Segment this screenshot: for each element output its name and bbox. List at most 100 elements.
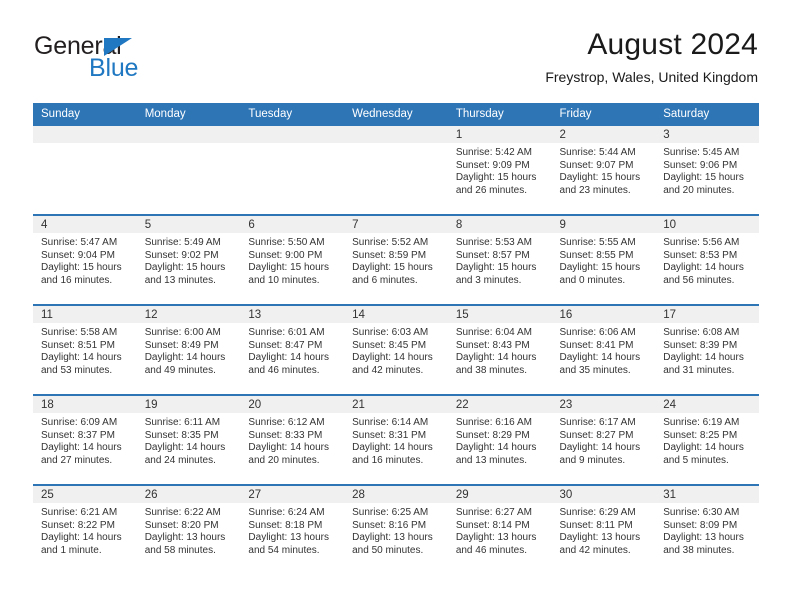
calendar-day-cell[interactable]: 10 Sunrise: 5:56 AM Sunset: 8:53 PM Dayligh… — [655, 214, 759, 305]
sunset-time: Sunset: 8:47 PM — [248, 339, 323, 351]
calendar-day-cell[interactable]: 14 Sunrise: 6:03 AM Sunset: 8:45 PM Dayligh… — [344, 304, 448, 395]
sunrise-time: Sunrise: 5:53 AM — [455, 237, 532, 248]
day-details: Sunrise: 5:42 AM Sunset: 9:09 PM Daylight:… — [448, 143, 552, 197]
day-details: Sunrise: 6:01 AM Sunset: 8:47 PM Daylight:… — [240, 323, 344, 377]
calendar-day: 8 Sunrise: 5:53 AM Sunset: 8:57 PM Daylight… — [447, 216, 552, 304]
calendar-day-cell[interactable] — [33, 126, 137, 215]
daylight-duration-line2: and 10 minutes. — [248, 274, 320, 286]
day-details: Sunrise: 5:45 AM Sunset: 9:06 PM Daylight:… — [655, 143, 759, 197]
sunrise-time: Sunrise: 6:06 AM — [559, 327, 636, 338]
sunrise-time: Sunrise: 6:12 AM — [248, 417, 325, 428]
daylight-duration-line2: and 3 minutes. — [455, 274, 522, 286]
calendar-day-cell[interactable]: 21 Sunrise: 6:14 AM Sunset: 8:31 PM Dayligh… — [344, 394, 448, 485]
sunrise-time: Sunrise: 6:29 AM — [559, 507, 636, 518]
sunset-time: Sunset: 9:06 PM — [663, 159, 738, 171]
day-details: Sunrise: 6:21 AM Sunset: 8:22 PM Daylight:… — [33, 503, 137, 557]
calendar-day: 4 Sunrise: 5:47 AM Sunset: 9:04 PM Daylight… — [33, 216, 137, 304]
calendar-day-cell[interactable]: 15 Sunrise: 6:04 AM Sunset: 8:43 PM Dayligh… — [447, 304, 552, 395]
calendar-day-cell[interactable]: 26 Sunrise: 6:22 AM Sunset: 8:20 PM Dayligh… — [136, 484, 241, 574]
sunset-time: Sunset: 8:25 PM — [663, 429, 738, 441]
calendar-week-row: 18 Sunrise: 6:09 AM Sunset: 8:37 PM Dayligh… — [33, 394, 759, 485]
calendar-day: 14 Sunrise: 6:03 AM Sunset: 8:45 PM Dayligh… — [344, 306, 448, 394]
daylight-duration-line2: and 58 minutes. — [144, 544, 216, 556]
calendar-day-cell[interactable]: 6 Sunrise: 5:50 AM Sunset: 9:00 PM Daylight… — [240, 214, 345, 305]
daylight-duration-line1: Daylight: 15 hours — [455, 172, 537, 184]
day-details: Sunrise: 5:55 AM Sunset: 8:55 PM Daylight:… — [552, 233, 656, 287]
day-details: Sunrise: 5:58 AM Sunset: 8:51 PM Daylight:… — [33, 323, 137, 377]
calendar-day-cell[interactable]: 3 Sunrise: 5:45 AM Sunset: 9:06 PM Daylight… — [655, 126, 759, 215]
calendar-day-cell[interactable]: 1 Sunrise: 5:42 AM Sunset: 9:09 PM Daylight… — [447, 126, 552, 215]
calendar-body: 1 Sunrise: 5:42 AM Sunset: 9:09 PM Daylight… — [33, 126, 759, 574]
day-number: 5 — [136, 216, 241, 233]
calendar-day: 3 Sunrise: 5:45 AM Sunset: 9:06 PM Daylight… — [655, 126, 759, 214]
day-details: Sunrise: 6:17 AM Sunset: 8:27 PM Daylight:… — [552, 413, 656, 467]
calendar-day-cell[interactable]: 8 Sunrise: 5:53 AM Sunset: 8:57 PM Daylight… — [447, 214, 552, 305]
daylight-duration-line2: and 46 minutes. — [455, 544, 527, 556]
calendar-day-cell[interactable]: 2 Sunrise: 5:44 AM Sunset: 9:07 PM Daylight… — [551, 126, 656, 215]
calendar-day-cell[interactable] — [344, 126, 448, 215]
daylight-duration-line1: Daylight: 14 hours — [41, 352, 122, 364]
calendar-day-cell[interactable]: 28 Sunrise: 6:25 AM Sunset: 8:16 PM Dayligh… — [344, 484, 448, 574]
calendar-day-cell[interactable]: 22 Sunrise: 6:16 AM Sunset: 8:29 PM Dayligh… — [447, 394, 552, 485]
day-number — [136, 126, 241, 143]
sunrise-time: Sunrise: 6:00 AM — [144, 327, 221, 338]
daylight-duration-line2: and 27 minutes. — [41, 454, 113, 466]
calendar-day-cell[interactable] — [136, 126, 241, 215]
daylight-duration-line1: Daylight: 14 hours — [352, 442, 433, 454]
calendar-day-cell[interactable]: 17 Sunrise: 6:08 AM Sunset: 8:39 PM Dayligh… — [655, 304, 759, 395]
calendar-day-cell[interactable] — [240, 126, 345, 215]
calendar-day-cell[interactable]: 25 Sunrise: 6:21 AM Sunset: 8:22 PM Dayligh… — [33, 484, 137, 574]
calendar-day-cell[interactable]: 19 Sunrise: 6:11 AM Sunset: 8:35 PM Dayligh… — [136, 394, 241, 485]
sunset-time: Sunset: 8:14 PM — [455, 519, 530, 531]
day-number: 25 — [33, 486, 137, 503]
calendar-day-cell[interactable]: 30 Sunrise: 6:29 AM Sunset: 8:11 PM Dayligh… — [551, 484, 656, 574]
weekday-header-sunday: Sunday — [33, 103, 137, 126]
day-number: 6 — [240, 216, 345, 233]
calendar-day-cell[interactable]: 23 Sunrise: 6:17 AM Sunset: 8:27 PM Dayligh… — [551, 394, 656, 485]
calendar-day-cell[interactable]: 11 Sunrise: 5:58 AM Sunset: 8:51 PM Dayligh… — [33, 304, 137, 395]
sunrise-time: Sunrise: 5:55 AM — [559, 237, 636, 248]
calendar-day-cell[interactable]: 12 Sunrise: 6:00 AM Sunset: 8:49 PM Dayligh… — [136, 304, 241, 395]
sunset-time: Sunset: 8:39 PM — [663, 339, 738, 351]
daylight-duration-line1: Daylight: 15 hours — [559, 262, 641, 274]
calendar-day-cell[interactable]: 9 Sunrise: 5:55 AM Sunset: 8:55 PM Daylight… — [551, 214, 656, 305]
calendar-week-row: 25 Sunrise: 6:21 AM Sunset: 8:22 PM Dayligh… — [33, 484, 759, 574]
sunrise-time: Sunrise: 6:19 AM — [663, 417, 740, 428]
calendar-day-cell[interactable]: 20 Sunrise: 6:12 AM Sunset: 8:33 PM Dayligh… — [240, 394, 345, 485]
calendar-day-cell[interactable]: 24 Sunrise: 6:19 AM Sunset: 8:25 PM Dayligh… — [655, 394, 759, 485]
daylight-duration-line2: and 6 minutes. — [352, 274, 418, 286]
calendar-day-cell[interactable]: 27 Sunrise: 6:24 AM Sunset: 8:18 PM Dayligh… — [240, 484, 345, 574]
daylight-duration-line2: and 38 minutes. — [663, 544, 735, 556]
page-title: August 2024 — [587, 28, 758, 61]
calendar-day-cell[interactable]: 29 Sunrise: 6:27 AM Sunset: 8:14 PM Dayligh… — [447, 484, 552, 574]
daylight-duration-line2: and 54 minutes. — [248, 544, 320, 556]
calendar-day-cell[interactable]: 4 Sunrise: 5:47 AM Sunset: 9:04 PM Daylight… — [33, 214, 137, 305]
day-number: 2 — [551, 126, 656, 143]
day-number: 14 — [344, 306, 448, 323]
sunrise-time: Sunrise: 6:03 AM — [352, 327, 429, 338]
calendar-day-cell[interactable]: 7 Sunrise: 5:52 AM Sunset: 8:59 PM Daylight… — [344, 214, 448, 305]
sunrise-time: Sunrise: 6:04 AM — [455, 327, 532, 338]
day-details: Sunrise: 6:04 AM Sunset: 8:43 PM Daylight:… — [448, 323, 552, 377]
calendar-day-cell[interactable]: 18 Sunrise: 6:09 AM Sunset: 8:37 PM Dayligh… — [33, 394, 137, 485]
daylight-duration-line1: Daylight: 13 hours — [663, 532, 744, 544]
calendar-day-cell[interactable]: 13 Sunrise: 6:01 AM Sunset: 8:47 PM Dayligh… — [240, 304, 345, 395]
daylight-duration-line1: Daylight: 15 hours — [455, 262, 537, 274]
day-details: Sunrise: 5:49 AM Sunset: 9:02 PM Daylight:… — [137, 233, 241, 287]
sunset-time: Sunset: 8:27 PM — [559, 429, 634, 441]
day-details: Sunrise: 6:24 AM Sunset: 8:18 PM Daylight:… — [240, 503, 344, 557]
day-details: Sunrise: 6:16 AM Sunset: 8:29 PM Daylight:… — [448, 413, 552, 467]
calendar-day-cell[interactable]: 31 Sunrise: 6:30 AM Sunset: 8:09 PM Dayligh… — [655, 484, 759, 574]
calendar-day-cell[interactable]: 16 Sunrise: 6:06 AM Sunset: 8:41 PM Dayligh… — [551, 304, 656, 395]
day-number: 23 — [551, 396, 656, 413]
sunrise-time: Sunrise: 6:16 AM — [455, 417, 532, 428]
calendar-day: 27 Sunrise: 6:24 AM Sunset: 8:18 PM Dayligh… — [240, 486, 345, 574]
calendar-day-cell[interactable]: 5 Sunrise: 5:49 AM Sunset: 9:02 PM Daylight… — [136, 214, 241, 305]
day-details: Sunrise: 5:53 AM Sunset: 8:57 PM Daylight:… — [448, 233, 552, 287]
day-number: 11 — [33, 306, 137, 323]
sunrise-time: Sunrise: 6:08 AM — [663, 327, 740, 338]
calendar-day: 15 Sunrise: 6:04 AM Sunset: 8:43 PM Dayligh… — [447, 306, 552, 394]
daylight-duration-line1: Daylight: 13 hours — [455, 532, 537, 544]
sunset-time: Sunset: 8:16 PM — [352, 519, 427, 531]
daylight-duration-line1: Daylight: 14 hours — [248, 352, 330, 364]
